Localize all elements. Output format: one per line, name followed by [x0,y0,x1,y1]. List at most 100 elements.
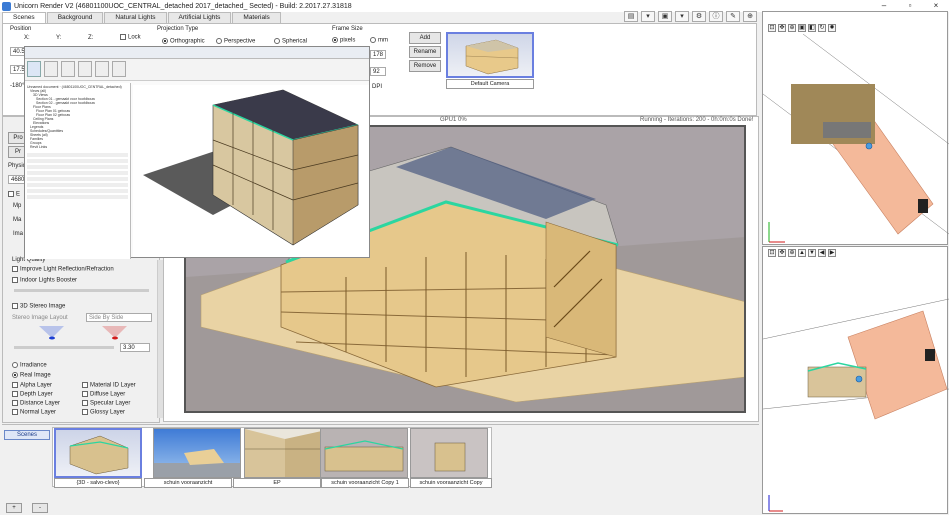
tab-background[interactable]: Background [46,12,104,23]
distance-layer-checkbox[interactable]: Distance Layer [12,400,60,407]
position-label: Position [10,26,32,32]
diffuse-layer-checkbox[interactable]: Diffuse Layer [82,391,125,398]
join-icon[interactable] [78,61,92,77]
scene-caption: {3D - salvo-clevo} [54,478,142,488]
stereo-cones-illustration [14,326,149,340]
projection-label: Projection Type [157,26,199,32]
material-id-layer-checkbox[interactable]: Material ID Layer [82,382,136,389]
zoom-icon[interactable]: ⊕ [743,11,757,22]
add-camera-button[interactable]: Add [409,32,441,44]
arrow-right-icon[interactable]: ▶ [828,249,836,257]
dropdown-icon[interactable]: ▾ [641,11,655,22]
remove-scene-button[interactable]: - [32,503,48,513]
x-label: X: [24,35,30,41]
lock-checkbox[interactable]: Lock [120,34,141,41]
move-icon[interactable] [95,61,109,77]
angle-value: -180° [10,83,25,89]
window-title: Unicorn Render V2 (46801100UOC_CENTRAL_d… [14,2,352,10]
render-toolbar: ▤ ▾ ▣ ▾ ⚙ ⓘ ✎ ⊕ [624,11,757,22]
scene-thumbnail[interactable] [410,428,488,478]
scene-thumbnail[interactable] [54,428,142,478]
scenes-button[interactable]: Scenes [4,430,50,440]
tab-natural-lights[interactable]: Natural Lights [104,12,167,23]
ima-label: Ima [13,231,24,237]
settings-icon[interactable]: ⚙ [692,11,706,22]
real-image-radio[interactable]: Real Image [12,372,51,379]
glossy-layer-checkbox[interactable]: Glossy Layer [82,409,125,416]
ma-label: Ma [13,217,22,223]
pixels-radio[interactable]: pixels [332,37,355,44]
render-status: Running - Iterations: 200 - 0h:0m:0s Don… [640,117,754,123]
booster-slider[interactable] [14,289,149,292]
default-camera-caption: Default Camera [446,79,534,89]
revit-overlay-window: Unnamed document · (46801100UOC_CENTRAL_… [24,46,370,259]
e-checkbox[interactable]: E [8,191,20,198]
stereo-layout-label: Stereo Image Layout [12,315,68,321]
spherical-radio[interactable]: Spherical [274,38,307,45]
stereo-value-input[interactable]: 3.30 [120,343,150,352]
specular-layer-checkbox[interactable]: Specular Layer [82,400,130,407]
scene-caption: EP [233,478,321,488]
side-view-toolbar: ⊡ ✥ ⊕ ▲ ▼ ◀ ▶ [768,249,836,257]
rename-camera-button[interactable]: Rename [409,46,441,58]
orthographic-radio[interactable]: Orthographic [162,38,205,45]
mm-radio[interactable]: mm [370,37,388,44]
revit-toolbar [25,59,369,81]
dpi-label: DPI [372,84,383,90]
add-scene-button[interactable]: + [6,503,22,513]
side-view-panel[interactable]: ⊡ ✥ ⊕ ▲ ▼ ◀ ▶ [762,246,949,514]
app-icon [2,1,11,11]
open-icon[interactable]: ▤ [624,11,638,22]
perspective-radio[interactable]: Perspective [216,38,255,45]
scene-thumbnail[interactable] [153,428,241,478]
improve-light-checkbox[interactable]: Improve Light Reflection/Refraction [12,266,114,273]
top-view-panel[interactable]: ⊡ ✥ ⊕ ▣ ◧ ↻ ✹ [762,11,949,245]
fit-icon[interactable]: ⊡ [768,249,776,257]
tab-artificial-lights[interactable]: Artificial Lights [167,12,232,23]
pan-icon[interactable]: ✥ [778,249,786,257]
scene-thumbnail[interactable] [320,428,408,478]
zoom-icon[interactable]: ⊕ [788,249,796,257]
depth-layer-checkbox[interactable]: Depth Layer [12,391,53,398]
info-icon[interactable]: ⓘ [709,11,723,22]
tree-item[interactable]: Revit Links [27,145,128,149]
mp-label: Mp [13,203,22,209]
stereo-layout-select[interactable]: Side By Side [86,313,152,322]
top-view-toolbar: ⊡ ✥ ⊕ ▣ ◧ ↻ ✹ [768,24,836,32]
arrow-left-icon[interactable]: ◀ [818,249,826,257]
stereo-slider[interactable] [14,346,114,349]
alpha-layer-checkbox[interactable]: Alpha Layer [12,382,52,389]
stereo-image-checkbox[interactable]: 3D Stereo Image [12,303,65,310]
rotate-icon[interactable] [112,61,126,77]
frame-width-input[interactable]: 178 [370,50,386,59]
z-label: Z: [88,35,94,41]
zoom-icon[interactable]: ⊕ [788,24,796,32]
revit-ribbon [25,47,369,59]
fit-icon[interactable]: ⊡ [768,24,776,32]
normal-layer-checkbox[interactable]: Normal Layer [12,409,56,416]
irradiance-radio[interactable]: Irradiance [12,362,47,369]
modify-icon[interactable] [27,61,41,77]
camera-view-icon[interactable]: ▣ [798,24,806,32]
scene-thumbnail[interactable] [244,428,332,478]
frame-size-label: Frame Size [332,26,363,32]
tab-materials[interactable]: Materials [232,12,281,23]
rotate-icon[interactable]: ↻ [818,24,826,32]
camera-icon[interactable]: ◧ [808,24,816,32]
pan-icon[interactable]: ✥ [778,24,786,32]
default-camera-thumbnail[interactable] [446,32,534,78]
dropdown-icon[interactable]: ▾ [675,11,689,22]
arrow-down-icon[interactable]: ▼ [808,249,816,257]
scene-caption: schuin vooraanzicht [144,478,232,488]
sun-icon[interactable]: ✹ [828,24,836,32]
remove-camera-button[interactable]: Remove [409,60,441,72]
frame-height-input[interactable]: 92 [370,67,386,76]
indoor-booster-checkbox[interactable]: Indoor Lights Booster [12,277,77,284]
tab-scenes[interactable]: Scenes [2,12,46,23]
arrow-up-icon[interactable]: ▲ [798,249,806,257]
tools-icon[interactable]: ✎ [726,11,740,22]
scene-caption: schuin vooraanzicht Copy [410,478,492,488]
paste-icon[interactable] [44,61,58,77]
save-icon[interactable]: ▣ [658,11,672,22]
cut-icon[interactable] [61,61,75,77]
